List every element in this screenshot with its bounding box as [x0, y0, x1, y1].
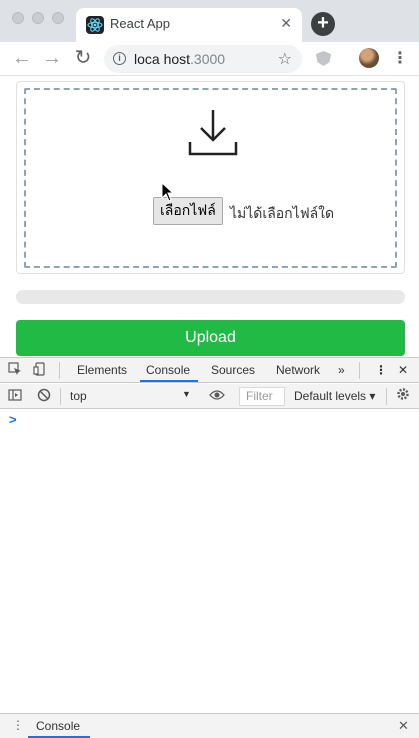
address-bar[interactable]: i loca host.3000 ☆ [104, 45, 302, 73]
tab-network[interactable]: Network [276, 363, 320, 377]
drawer-tab-console[interactable]: Console [36, 719, 80, 733]
window-close-dot[interactable] [12, 12, 24, 24]
url-port: .3000 [190, 51, 226, 67]
upload-card: เลือกไฟล์ ไม่ได้เลือกไฟล์ใด [16, 81, 405, 274]
upload-button[interactable]: Upload [16, 320, 405, 356]
filter-input[interactable]: Filter [239, 387, 285, 406]
mouse-cursor-icon [161, 182, 175, 202]
devtools-panel: Elements Console Sources Network » ⋮ ✕ t… [0, 357, 419, 738]
tab-console[interactable]: Console [146, 363, 190, 377]
window-maximize-dot[interactable] [52, 12, 64, 24]
no-file-text: ไม่ได้เลือกไฟล์ใด [230, 206, 335, 222]
url-host: loca host [134, 51, 191, 67]
forward-button[interactable]: → [41, 47, 63, 69]
devtools-drawer: ⋮ Console ✕ [0, 713, 419, 738]
browser-toolbar: ← → ↻ i loca host.3000 ☆ ⋮ [0, 42, 419, 76]
tab-sources[interactable]: Sources [211, 363, 255, 377]
divider [60, 388, 61, 405]
sidebar-toggle-icon[interactable] [8, 388, 22, 405]
console-prompt[interactable]: > [9, 412, 17, 427]
drawer-menu-icon[interactable]: ⋮ [12, 718, 24, 732]
devtools-close-icon[interactable]: ✕ [398, 363, 408, 377]
inspect-icon[interactable] [8, 362, 22, 379]
browser-tab[interactable]: React App ✕ [76, 8, 302, 42]
drawer-close-icon[interactable]: ✕ [398, 718, 409, 734]
window-minimize-dot[interactable] [32, 12, 44, 24]
upload-progress-bar [16, 290, 405, 304]
dropzone[interactable]: เลือกไฟล์ ไม่ได้เลือกไฟล์ใด [24, 88, 397, 268]
divider [386, 388, 387, 405]
divider [59, 362, 60, 379]
more-tabs-button[interactable]: » [338, 363, 345, 377]
tab-elements[interactable]: Elements [77, 363, 127, 377]
avatar[interactable] [359, 48, 379, 68]
new-tab-button[interactable]: + [311, 12, 335, 36]
active-tab-indicator [140, 380, 198, 382]
console-toolbar: top ▼ Filter Default levels ▾ [0, 384, 419, 409]
download-icon [187, 106, 239, 158]
browser-titlebar: React App ✕ + [0, 0, 419, 42]
devtools-tabbar: Elements Console Sources Network » ⋮ ✕ [0, 358, 419, 383]
info-icon[interactable]: i [113, 52, 126, 65]
devtools-menu-icon[interactable]: ⋮ [375, 363, 387, 377]
device-icon[interactable] [33, 362, 47, 379]
clear-console-icon[interactable] [37, 388, 51, 405]
tab-close-icon[interactable]: ✕ [280, 15, 292, 32]
reload-button[interactable]: ↻ [72, 47, 94, 69]
bookmark-star-icon[interactable]: ☆ [278, 49, 292, 69]
browser-menu-icon[interactable]: ⋮ [392, 48, 408, 68]
page-content: เลือกไฟล์ ไม่ได้เลือกไฟล์ใด Upload [0, 77, 419, 357]
tab-title: React App [110, 16, 170, 31]
back-button[interactable]: ← [11, 47, 33, 69]
react-favicon-icon [86, 16, 104, 34]
extension-icon[interactable] [316, 51, 331, 66]
context-select[interactable]: top [70, 389, 87, 403]
log-levels-dropdown[interactable]: Default levels ▾ [294, 389, 375, 403]
divider [359, 362, 360, 379]
gear-icon[interactable] [396, 387, 410, 405]
url-text: loca host.3000 [134, 51, 225, 67]
eye-icon[interactable] [209, 389, 225, 404]
context-dropdown-arrow-icon[interactable]: ▼ [182, 389, 191, 399]
